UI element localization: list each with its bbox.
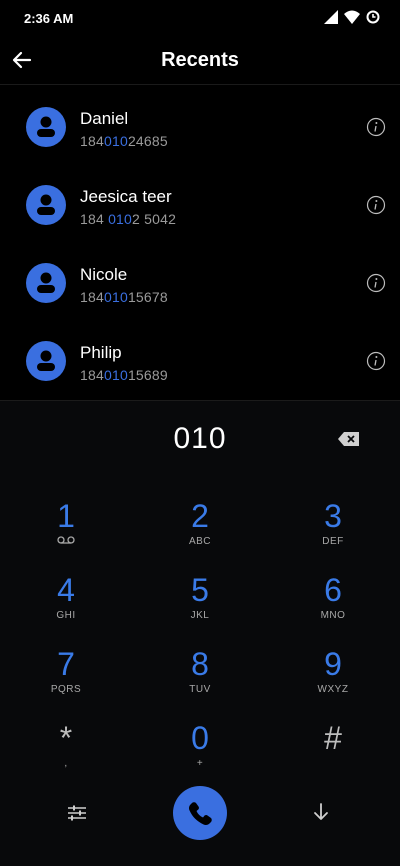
arrow-down-icon[interactable] xyxy=(310,800,332,824)
signal-icon xyxy=(324,10,338,24)
dial-key-star[interactable]: * , xyxy=(16,720,116,784)
dial-key-3[interactable]: 3 DEF xyxy=(283,498,383,562)
app-bar: Recents xyxy=(0,36,400,85)
backspace-icon[interactable] xyxy=(338,431,360,447)
avatar xyxy=(26,185,66,225)
voicemail-icon xyxy=(57,536,75,544)
status-icons xyxy=(324,10,380,24)
tune-icon[interactable] xyxy=(64,800,90,826)
recents-list: Daniel 18401024685 Jeesica teer 184 0102… xyxy=(0,88,400,400)
contact-number: 18401015678 xyxy=(80,289,168,305)
dial-key-hash[interactable]: # xyxy=(283,720,383,784)
call-button[interactable] xyxy=(173,786,227,840)
contact-name: Daniel xyxy=(80,109,129,128)
dial-key-4[interactable]: 4 GHI xyxy=(16,572,116,636)
person-icon xyxy=(37,194,55,215)
dial-key-5[interactable]: 5 JKL xyxy=(150,572,250,636)
contact-number: 184 0102 5042 xyxy=(80,211,177,227)
person-icon xyxy=(37,116,55,137)
contact-number: 18401015689 xyxy=(80,367,168,383)
dial-key-7[interactable]: 7 PQRS xyxy=(16,646,116,710)
info-icon[interactable] xyxy=(366,273,386,293)
contact-name: Nicole xyxy=(80,265,128,284)
phone-icon xyxy=(189,802,212,825)
wifi-icon xyxy=(344,10,360,24)
dial-key-2[interactable]: 2 ABC xyxy=(150,498,250,562)
status-time: 2:36 AM xyxy=(24,11,74,26)
dial-key-0[interactable]: 0 + xyxy=(150,720,250,784)
avatar xyxy=(26,263,66,303)
contact-name: Philip xyxy=(80,343,122,362)
data-saver-icon xyxy=(366,10,380,24)
dial-key-6[interactable]: 6 MNO xyxy=(283,572,383,636)
contact-name: Jeesica teer xyxy=(80,187,172,206)
recent-contact-row[interactable]: Nicole 18401015678 xyxy=(0,244,400,322)
info-icon[interactable] xyxy=(366,351,386,371)
status-bar: 2:36 AM xyxy=(0,0,400,36)
avatar xyxy=(26,107,66,147)
person-icon xyxy=(37,350,55,371)
info-icon[interactable] xyxy=(366,195,386,215)
avatar xyxy=(26,341,66,381)
contact-number: 18401024685 xyxy=(80,133,168,149)
info-icon[interactable] xyxy=(366,117,386,137)
dial-key-9[interactable]: 9 WXYZ xyxy=(283,646,383,710)
recent-contact-row[interactable]: Philip 18401015689 xyxy=(0,322,400,400)
recent-contact-row[interactable]: Daniel 18401024685 xyxy=(0,88,400,166)
dial-key-1[interactable]: 1 xyxy=(16,498,116,562)
person-icon xyxy=(37,272,55,293)
recent-contact-row[interactable]: Jeesica teer 184 0102 5042 xyxy=(0,166,400,244)
dial-key-8[interactable]: 8 TUV xyxy=(150,646,250,710)
page-title: Recents xyxy=(161,49,239,71)
